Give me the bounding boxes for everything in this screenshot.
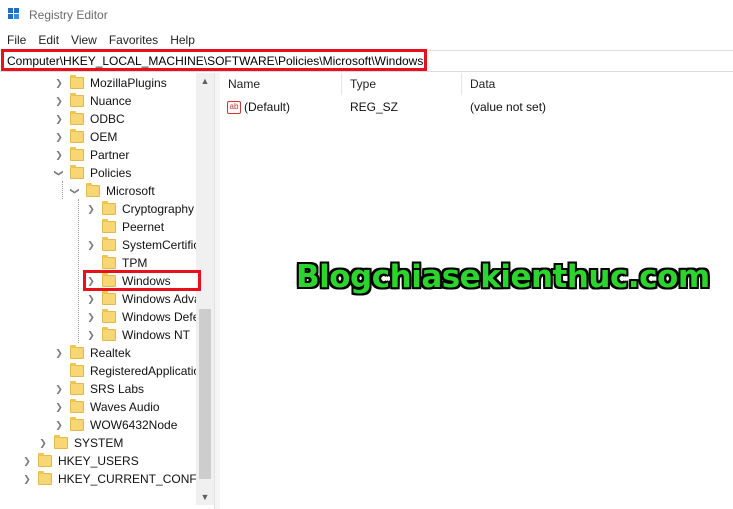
tree-item-windows-defender[interactable]: ❯ Windows Defe: [86, 308, 199, 326]
chevron-right-icon[interactable]: ❯: [86, 200, 96, 218]
tree-item-cryptography[interactable]: ❯ Cryptography: [86, 200, 194, 218]
registry-editor-icon: [8, 8, 22, 22]
tree-item-peernet[interactable]: Peernet: [86, 218, 164, 236]
chevron-right-icon[interactable]: ❯: [54, 110, 64, 128]
chevron-down-icon[interactable]: ❯: [50, 168, 68, 178]
tree-item-nuance[interactable]: ❯ Nuance: [54, 92, 131, 110]
folder-icon: [70, 381, 84, 395]
address-path[interactable]: Computer\HKEY_LOCAL_MACHINE\SOFTWARE\Pol…: [7, 54, 423, 68]
folder-icon: [54, 435, 68, 449]
chevron-right-icon[interactable]: ❯: [54, 146, 64, 164]
column-type[interactable]: Type: [342, 73, 462, 95]
tree-item-registeredapplications[interactable]: RegisteredApplicatio: [54, 362, 200, 380]
chevron-right-icon[interactable]: ❯: [54, 416, 64, 434]
chevron-right-icon[interactable]: ❯: [86, 290, 96, 308]
tree-item-windows-nt[interactable]: ❯ Windows NT: [86, 326, 190, 344]
folder-icon: [70, 75, 84, 89]
chevron-right-icon[interactable]: ❯: [22, 452, 32, 470]
chevron-right-icon[interactable]: ❯: [22, 470, 32, 488]
folder-icon: [102, 273, 116, 287]
folder-icon: [70, 93, 84, 107]
tree-item-waves-audio[interactable]: ❯ Waves Audio: [54, 398, 160, 416]
folder-icon: [102, 309, 116, 323]
scroll-thumb[interactable]: [199, 309, 211, 479]
registry-tree[interactable]: ❯ MozillaPlugins ❯ Nuance ❯ ODBC ❯ OEM ❯…: [0, 73, 214, 509]
tree-item-mozillaplugins[interactable]: ❯ MozillaPlugins: [54, 74, 167, 92]
scroll-up-icon[interactable]: ▲: [196, 73, 214, 89]
folder-icon: [70, 147, 84, 161]
tree-item-hkey-current-config[interactable]: ❯ HKEY_CURRENT_CONFIG: [22, 470, 209, 488]
chevron-right-icon[interactable]: ❯: [54, 128, 64, 146]
folder-icon: [102, 219, 116, 233]
value-data-cell: (value not set): [470, 100, 547, 114]
folder-icon: [70, 399, 84, 413]
chevron-right-icon[interactable]: ❯: [54, 344, 64, 362]
folder-icon: [102, 327, 116, 341]
chevron-right-icon[interactable]: ❯: [86, 236, 96, 254]
folder-icon: [70, 363, 84, 377]
folder-icon: [38, 453, 52, 467]
string-value-icon: ab: [227, 100, 241, 114]
chevron-right-icon[interactable]: ❯: [86, 272, 96, 290]
chevron-right-icon[interactable]: ❯: [54, 74, 64, 92]
tree-item-hkey-users[interactable]: ❯ HKEY_USERS: [22, 452, 139, 470]
tree-item-tpm[interactable]: TPM: [86, 254, 147, 272]
chevron-right-icon[interactable]: ❯: [54, 380, 64, 398]
folder-icon: [102, 201, 116, 215]
title-bar: Registry Editor: [0, 0, 733, 30]
chevron-right-icon[interactable]: ❯: [38, 434, 48, 452]
folder-icon: [38, 471, 52, 485]
tree-item-realtek[interactable]: ❯ Realtek: [54, 344, 131, 362]
value-name-cell: ab (Default): [220, 100, 342, 114]
value-type-cell: REG_SZ: [350, 100, 399, 114]
folder-icon: [70, 417, 84, 431]
folder-open-icon: [70, 165, 84, 179]
tree-item-microsoft[interactable]: ❯ Microsoft: [70, 182, 155, 200]
value-row[interactable]: ab (Default) REG_SZ (value not set): [220, 97, 546, 117]
menu-help[interactable]: Help: [164, 31, 201, 49]
tree-item-oem[interactable]: ❯ OEM: [54, 128, 117, 146]
address-bar[interactable]: Computer\HKEY_LOCAL_MACHINE\SOFTWARE\Pol…: [0, 50, 733, 72]
scroll-down-icon[interactable]: ▼: [196, 489, 214, 505]
tree-item-windows[interactable]: ❯ Windows: [86, 272, 171, 290]
column-data[interactable]: Data: [462, 73, 733, 95]
menu-favorites[interactable]: Favorites: [103, 31, 164, 49]
chevron-right-icon[interactable]: ❯: [86, 308, 96, 326]
menu-view[interactable]: View: [65, 31, 103, 49]
tree-item-system[interactable]: ❯ SYSTEM: [38, 434, 123, 452]
tree-item-srs-labs[interactable]: ❯ SRS Labs: [54, 380, 144, 398]
tree-item-windows-advanced[interactable]: ❯ Windows Adva: [86, 290, 201, 308]
list-column-header: Name Type Data: [220, 73, 733, 95]
folder-icon: [70, 129, 84, 143]
watermark-text: Blogchiasekienthuc.com: [296, 259, 710, 295]
chevron-right-icon[interactable]: ❯: [54, 92, 64, 110]
tree-item-systemcertificates[interactable]: ❯ SystemCertific: [86, 236, 199, 254]
folder-open-icon: [86, 183, 100, 197]
chevron-right-icon[interactable]: ❯: [54, 398, 64, 416]
menu-edit[interactable]: Edit: [32, 31, 65, 49]
window-title: Registry Editor: [29, 8, 108, 22]
folder-icon: [70, 345, 84, 359]
chevron-right-icon[interactable]: ❯: [86, 326, 96, 344]
tree-item-partner[interactable]: ❯ Partner: [54, 146, 129, 164]
tree-vertical-scrollbar[interactable]: ▲ ▼: [196, 73, 214, 505]
column-name[interactable]: Name: [220, 73, 342, 95]
menu-file[interactable]: File: [0, 31, 32, 49]
chevron-down-icon[interactable]: ❯: [66, 186, 84, 196]
folder-icon: [102, 291, 116, 305]
tree-item-wow6432node[interactable]: ❯ WOW6432Node: [54, 416, 177, 434]
tree-item-policies[interactable]: ❯ Policies: [54, 164, 131, 182]
tree-item-odbc[interactable]: ❯ ODBC: [54, 110, 125, 128]
folder-icon: [102, 237, 116, 251]
menu-bar: File Edit View Favorites Help: [0, 31, 201, 49]
folder-icon: [102, 255, 116, 269]
folder-icon: [70, 111, 84, 125]
